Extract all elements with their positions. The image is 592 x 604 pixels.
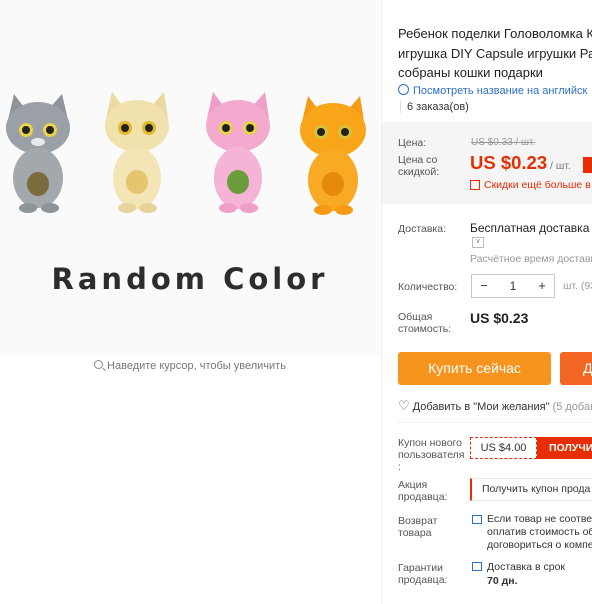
return-line: договориться о компе (487, 539, 592, 551)
guarantee-label-line: Гарантии (398, 562, 443, 574)
stock-info: шт. (93 (563, 280, 592, 292)
new-user-coupon: US $4.00 (470, 437, 537, 459)
total-label-line: Общая (398, 311, 433, 323)
title-line: игрушка DIY Capsule игрушки Ра (398, 45, 592, 61)
title-line: собраны кошки подарки (398, 65, 543, 80)
discount-badge (583, 157, 592, 173)
price-block: Цена: US $0.33 / шт. Цена со скидкой: US… (382, 122, 592, 204)
increase-button[interactable]: + (530, 275, 554, 297)
total-label: Общая стоимость: (398, 311, 451, 335)
add-to-cart-button[interactable]: Д (560, 352, 592, 385)
guarantee-text: Доставка в срок 70 дн. (487, 560, 565, 588)
image-caption: Random Color (51, 262, 329, 296)
product-title: Ребенок поделки Головоломка К игрушка DI… (398, 24, 592, 83)
chevron-down-icon[interactable]: v (472, 237, 484, 248)
seller-coupon-button[interactable]: Получить купон прода (470, 478, 592, 501)
pink-cat-figure (206, 92, 270, 213)
title-line: Ребенок поделки Головоломка К (398, 26, 592, 41)
promo-label-line: продавца: (398, 491, 448, 503)
sale-label-line: скидкой: (398, 166, 440, 178)
zoom-hint: Наведите курсор, чтобы увеличить (0, 360, 380, 372)
buy-now-button[interactable]: Купить сейчас (398, 352, 551, 385)
promo-label-line: Акция (398, 479, 428, 491)
per-unit: / шт. (550, 160, 571, 172)
coupon-label-line: Купон нового (398, 437, 462, 449)
divider (398, 422, 592, 423)
return-line: оплатив стоимость об (487, 526, 592, 538)
return-line: Если товар не соответ (487, 513, 592, 525)
beige-cat-figure (105, 92, 169, 213)
app-discount[interactable]: Скидки ещё больше в (470, 179, 591, 191)
returns-label: Возврат товара (398, 515, 437, 539)
quantity-input[interactable]: 1 (496, 275, 530, 297)
heart-icon: ♡ (398, 398, 410, 413)
total-price: US $0.23 (470, 310, 529, 326)
quantity-label: Количество: (398, 281, 458, 293)
total-label-line: стоимость: (398, 323, 452, 335)
guarantee-days: 70 дн. (487, 575, 518, 587)
translate-link[interactable]: Посмотреть название на английск (398, 84, 587, 97)
coupon-label-line: пользователя (398, 449, 465, 461)
return-policy-text: Если товар не соответ оплатив стоимость … (487, 513, 592, 552)
sale-price-label: Цена со скидкой: (398, 154, 439, 178)
delivery-truck-icon (472, 562, 482, 571)
shipping-option[interactable]: Бесплатная доставка в (470, 221, 592, 235)
coupon-label-line: : (398, 461, 401, 473)
decrease-button[interactable]: − (472, 275, 496, 297)
new-user-coupon-label: Купон нового пользователя : (398, 437, 465, 473)
quantity-stepper: − 1 + (471, 274, 555, 298)
price-label: Цена: (398, 137, 427, 149)
wishlist-count: (5 добав (552, 401, 592, 413)
product-gallery: Random Color Наведите курсор, чтобы увел… (0, 0, 380, 604)
guarantee-line: Доставка в срок (487, 561, 566, 573)
qr-code-icon (470, 180, 480, 190)
returns-label-line: Возврат (398, 515, 438, 527)
delivery-time: Расчётное время доставк (470, 253, 592, 265)
grey-cat-figure (6, 94, 70, 213)
old-price: US $0.33 / шт. (471, 137, 536, 148)
return-policy-icon (472, 515, 482, 524)
wishlist-text[interactable]: Добавить в "Мои желания" (413, 401, 550, 413)
orange-cat-figure (300, 96, 366, 215)
guarantee-label-line: продавца: (398, 574, 448, 586)
wishlist-link[interactable]: ♡ Добавить в "Мои желания" (5 добав (398, 398, 592, 414)
sale-label-line: Цена со (398, 154, 438, 166)
guarantee-label: Гарантии продавца: (398, 562, 447, 586)
app-discount-text[interactable]: Скидки ещё больше в (484, 179, 591, 191)
seller-promo-label: Акция продавца: (398, 479, 447, 503)
shipping-label: Доставка: (398, 223, 447, 235)
translate-link-text[interactable]: Посмотреть название на английск (413, 85, 587, 97)
product-image[interactable]: Random Color (0, 0, 380, 355)
returns-label-line: товара (398, 527, 432, 539)
cat-toys-illustration (6, 92, 366, 215)
globe-icon (398, 84, 409, 95)
zoom-hint-text: Наведите курсор, чтобы увеличить (107, 360, 286, 372)
sale-price: US $0.23 (470, 152, 548, 173)
get-coupon-button[interactable]: ПОЛУЧИ (537, 437, 592, 459)
orders-count: 6 заказа(ов) (400, 101, 469, 113)
magnifier-icon (94, 360, 104, 369)
product-info: Ребенок поделки Головоломка К игрушка DI… (381, 0, 592, 604)
